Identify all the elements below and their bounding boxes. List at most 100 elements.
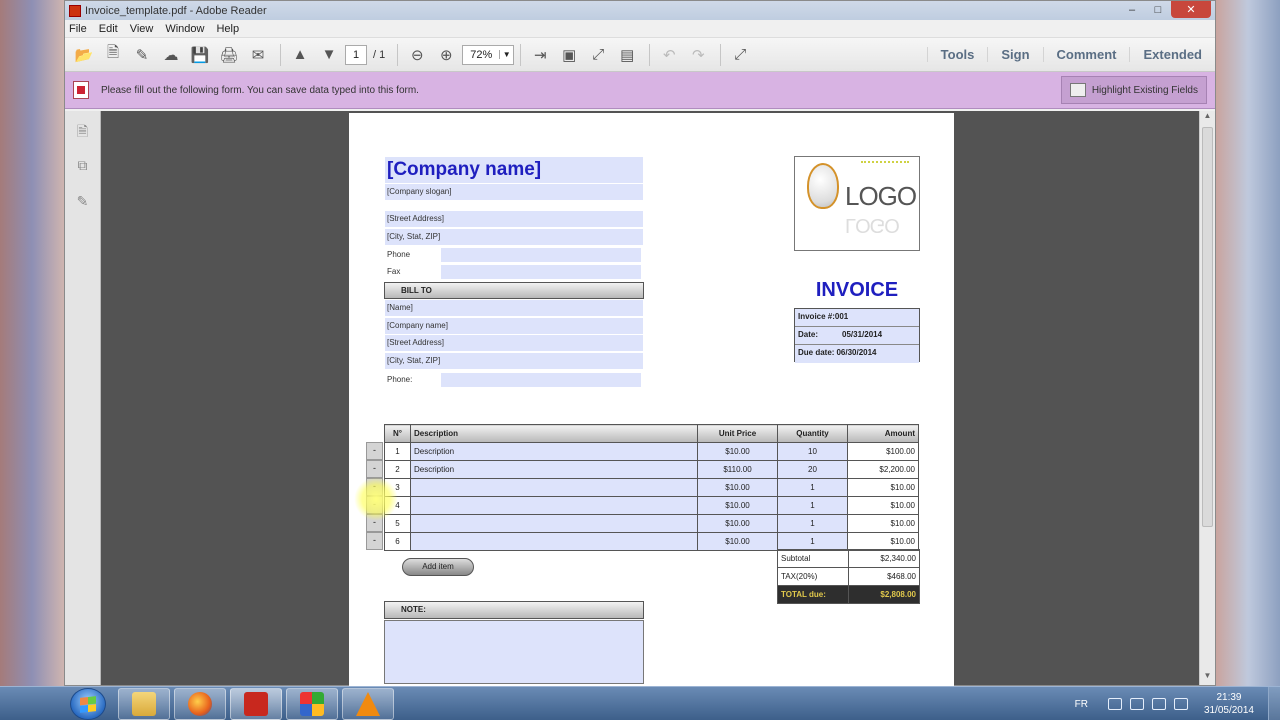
bill-name-field[interactable]: [Name] — [385, 300, 643, 316]
remove-row-button[interactable]: - — [366, 442, 383, 460]
separator — [720, 43, 722, 66]
row-description[interactable] — [410, 478, 698, 497]
bill-phone-field[interactable] — [441, 373, 641, 387]
open-icon[interactable]: 📂 — [71, 42, 97, 68]
office-taskbar-button[interactable] — [286, 688, 338, 720]
next-page-icon[interactable]: ▼ — [316, 42, 342, 68]
volume-icon[interactable] — [1173, 698, 1188, 710]
close-button[interactable]: ✕ — [1171, 1, 1211, 18]
explorer-taskbar-button[interactable] — [118, 688, 170, 720]
row-description[interactable] — [410, 496, 698, 515]
note-field[interactable] — [384, 620, 644, 684]
signature-icon[interactable]: ✎ — [74, 193, 92, 211]
invoice-number-row[interactable]: Invoice #: 001 — [795, 309, 919, 327]
fax-field[interactable] — [441, 265, 641, 279]
menu-view[interactable]: View — [130, 23, 154, 35]
scroll-down-icon[interactable]: ▼ — [1200, 671, 1215, 685]
start-button[interactable] — [70, 688, 106, 720]
vlc-taskbar-button[interactable] — [342, 688, 394, 720]
language-indicator[interactable]: FR — [1075, 699, 1088, 710]
create-pdf-icon[interactable]: 🗎 — [100, 42, 126, 68]
row-description[interactable]: Description — [410, 442, 698, 461]
remove-row-button[interactable]: - — [366, 460, 383, 478]
tools-link[interactable]: Tools — [926, 47, 988, 62]
bill-street-field[interactable]: [Street Address] — [385, 335, 643, 351]
sign-link[interactable]: Sign — [987, 47, 1042, 62]
row-description[interactable]: Description — [410, 460, 698, 479]
pages-icon[interactable]: ⧉ — [74, 157, 92, 175]
chevron-down-icon[interactable]: ▼ — [499, 50, 513, 59]
zoom-out-icon[interactable]: ⊖ — [404, 42, 430, 68]
company-name-field[interactable]: [Company name] — [385, 157, 643, 183]
fit-width-icon[interactable]: ⇥ — [527, 42, 553, 68]
edit-icon[interactable]: ✎ — [129, 42, 155, 68]
add-item-button[interactable]: Add item — [402, 558, 474, 576]
adobe-reader-taskbar-button[interactable] — [230, 688, 282, 720]
highlight-fields-button[interactable]: Highlight Existing Fields — [1060, 76, 1207, 104]
bill-company-field[interactable]: [Company name] — [385, 318, 643, 334]
show-desktop-button[interactable] — [1268, 687, 1280, 720]
invoice-number-value: 001 — [834, 312, 849, 321]
zoom-select[interactable]: 72% ▼ — [462, 44, 515, 65]
invoice-info-box: Invoice #: 001 Date: 05/31/2014 Due date… — [794, 308, 920, 363]
expand-icon[interactable]: ⤢ — [727, 42, 753, 68]
row-quantity[interactable]: 1 — [777, 514, 848, 533]
company-slogan-field[interactable]: [Company slogan] — [385, 184, 643, 200]
row-price[interactable]: $10.00 — [697, 478, 778, 497]
street-address-field[interactable]: [Street Address] — [385, 211, 643, 227]
city-field[interactable]: [City, Stat, ZIP] — [385, 229, 643, 245]
row-price[interactable]: $10.00 — [697, 532, 778, 551]
row-price[interactable]: $110.00 — [697, 460, 778, 479]
maximize-button[interactable]: □ — [1145, 1, 1171, 18]
previous-page-icon[interactable]: ▲ — [287, 42, 313, 68]
email-icon[interactable]: ✉ — [245, 42, 271, 68]
thumbnails-icon[interactable]: 🗎 — [74, 121, 92, 139]
save-icon[interactable]: 💾 — [187, 42, 213, 68]
row-price[interactable]: $10.00 — [697, 496, 778, 515]
menu-window[interactable]: Window — [165, 23, 204, 35]
total-value: $2,808.00 — [848, 585, 920, 604]
notification-arrow-icon[interactable] — [1107, 698, 1122, 710]
row-quantity[interactable]: 1 — [777, 496, 848, 515]
menu-edit[interactable]: Edit — [99, 23, 118, 35]
bill-city-field[interactable]: [City, Stat, ZIP] — [385, 353, 643, 369]
menu-help[interactable]: Help — [216, 23, 239, 35]
row-price[interactable]: $10.00 — [697, 514, 778, 533]
invoice-date-row[interactable]: Date: 05/31/2014 — [795, 327, 919, 345]
clock[interactable]: 21:39 31/05/2014 — [1204, 691, 1254, 717]
firefox-taskbar-button[interactable] — [174, 688, 226, 720]
cloud-upload-icon[interactable]: ☁ — [158, 42, 184, 68]
row-description[interactable] — [410, 532, 698, 551]
row-quantity[interactable]: 1 — [777, 478, 848, 497]
phone-field[interactable] — [441, 248, 641, 262]
network-icon[interactable] — [1151, 698, 1166, 710]
page-number-input[interactable]: 1 — [345, 44, 367, 65]
row-price[interactable]: $10.00 — [697, 442, 778, 461]
comment-link[interactable]: Comment — [1042, 47, 1130, 62]
zoom-in-icon[interactable]: ⊕ — [433, 42, 459, 68]
invoice-due-row[interactable]: Due date: 06/30/2014 — [795, 345, 919, 363]
clock-date: 31/05/2014 — [1203, 705, 1254, 716]
phone-label: Phone — [387, 250, 411, 259]
full-screen-icon[interactable]: ⤢ — [585, 42, 611, 68]
extended-link[interactable]: Extended — [1129, 47, 1215, 62]
menu-file[interactable]: File — [69, 23, 87, 35]
folder-icon — [132, 692, 156, 716]
scroll-thumb[interactable] — [1202, 127, 1213, 527]
logo-placeholder[interactable]: LOGO LOGO — [794, 156, 920, 251]
flag-icon[interactable] — [1129, 698, 1144, 710]
window-controls: – □ ✕ — [1119, 1, 1211, 18]
row-quantity[interactable]: 10 — [777, 442, 848, 461]
scrolling-mode-icon[interactable]: ▤ — [614, 42, 640, 68]
minimize-button[interactable]: – — [1119, 1, 1145, 18]
row-quantity[interactable]: 1 — [777, 532, 848, 551]
scroll-up-icon[interactable]: ▲ — [1200, 111, 1215, 125]
fit-page-icon[interactable]: ▣ — [556, 42, 582, 68]
vertical-scrollbar[interactable]: ▲ ▼ — [1199, 111, 1215, 685]
row-description[interactable] — [410, 514, 698, 533]
due-date-label: Due date: — [798, 348, 835, 357]
row-quantity[interactable]: 20 — [777, 460, 848, 479]
print-icon[interactable]: 🖨 — [216, 42, 242, 68]
row-number: 2 — [384, 460, 411, 479]
remove-row-button[interactable]: - — [366, 532, 383, 550]
